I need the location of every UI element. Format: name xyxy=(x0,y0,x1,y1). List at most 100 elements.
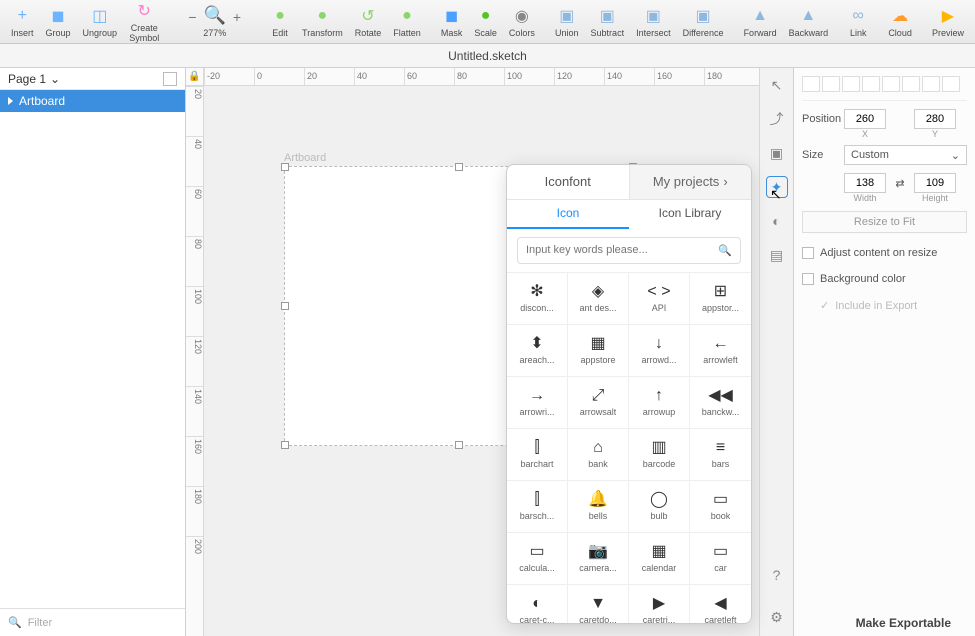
distribute-v-icon[interactable] xyxy=(942,76,960,92)
calendar-icon: ▦ xyxy=(651,544,666,560)
icon-item-bells[interactable]: 🔔bells xyxy=(568,481,629,533)
icon-item-camera[interactable]: 📷camera... xyxy=(568,533,629,585)
toolbar-preview[interactable]: ▶Preview xyxy=(927,6,969,38)
icon-item-arrowd[interactable]: ↓arrowd... xyxy=(629,325,690,377)
toolbar-mask[interactable]: ◼Mask xyxy=(436,6,468,38)
icon-item-barchart[interactable]: ⫿barchart xyxy=(507,429,568,481)
page-grid-icon[interactable] xyxy=(163,72,177,86)
icon-item-caretri[interactable]: ▶caretri... xyxy=(629,585,690,623)
icon-item-discon[interactable]: ✻discon... xyxy=(507,273,568,325)
toolbar-difference[interactable]: ▣Difference xyxy=(678,6,729,38)
help-icon[interactable]: ? xyxy=(766,564,788,586)
toolbar-label: Edit xyxy=(272,28,288,38)
subtab-icon[interactable]: Icon xyxy=(507,200,629,229)
toolbar-ungroup[interactable]: ◫Ungroup xyxy=(78,6,123,38)
toolbar-transform[interactable]: ●Transform xyxy=(297,6,348,38)
resize-handle[interactable] xyxy=(455,163,463,171)
toolbar-union[interactable]: ▣Union xyxy=(550,6,584,38)
toolbar-backward[interactable]: ▲Backward xyxy=(784,6,834,38)
tab-iconfont[interactable]: Iconfont xyxy=(507,165,629,199)
resize-handle[interactable] xyxy=(281,163,289,171)
toolbar-edit[interactable]: ●Edit xyxy=(265,6,295,38)
background-color-checkbox[interactable]: Background color xyxy=(802,273,967,285)
icon-item-caretdo[interactable]: ▼caretdo... xyxy=(568,585,629,623)
align-center-h-icon[interactable] xyxy=(822,76,840,92)
iconfont-plugin-icon[interactable]: ✦ xyxy=(766,176,788,198)
toolbar-rotate[interactable]: ↺Rotate xyxy=(350,6,387,38)
resize-to-fit-button[interactable]: Resize to Fit xyxy=(802,211,967,233)
palette-icon[interactable]: ◐ xyxy=(766,210,788,232)
layer-name: Artboard xyxy=(19,94,65,108)
size-select[interactable]: Custom ⌄ xyxy=(844,145,967,165)
settings-gear-icon[interactable]: ⚙ xyxy=(766,606,788,628)
icon-item-bulb[interactable]: ◯bulb xyxy=(629,481,690,533)
icon-search-input[interactable] xyxy=(526,244,712,256)
width-input[interactable] xyxy=(844,173,886,193)
layer-artboard[interactable]: Artboard xyxy=(0,90,185,112)
icon-item-barcode[interactable]: ▥barcode xyxy=(629,429,690,481)
page-selector[interactable]: Page 1 ⌄ xyxy=(0,68,185,90)
make-exportable-label[interactable]: Make Exportable xyxy=(856,616,951,630)
tab-my-projects[interactable]: My projects › xyxy=(629,165,752,199)
icon-item-arrowsalt[interactable]: ⤢arrowsalt xyxy=(568,377,629,429)
icon-item-bars[interactable]: ≡bars xyxy=(690,429,751,481)
toolbar-group[interactable]: ◼Group xyxy=(41,6,76,38)
icon-item-banckw[interactable]: ◀◀banckw... xyxy=(690,377,751,429)
toolbar-colors[interactable]: ◉Colors xyxy=(504,6,540,38)
toolbar-scale[interactable]: ●Scale xyxy=(469,6,502,38)
toolbar-link[interactable]: ∞Link xyxy=(843,6,873,38)
ruler-tick: 60 xyxy=(186,186,203,236)
scan-icon[interactable]: ▣ xyxy=(766,142,788,164)
library-icon[interactable]: ▤ xyxy=(766,244,788,266)
icon-item-areach[interactable]: ⬍areach... xyxy=(507,325,568,377)
icon-item-calcula[interactable]: ▭calcula... xyxy=(507,533,568,585)
adjust-content-checkbox[interactable]: Adjust content on resize xyxy=(802,247,967,259)
zoom-out-button[interactable]: − xyxy=(186,9,200,23)
icon-item-arrowleft[interactable]: ←arrowleft xyxy=(690,325,751,377)
export-icon[interactable]: ⤴ xyxy=(766,108,788,130)
icon-item-appstore[interactable]: ▦appstore xyxy=(568,325,629,377)
position-x-input[interactable] xyxy=(844,109,886,129)
filter-field[interactable]: 🔍 Filter xyxy=(0,608,185,636)
align-top-icon[interactable] xyxy=(862,76,880,92)
resize-handle[interactable] xyxy=(281,302,289,310)
align-center-v-icon[interactable] xyxy=(882,76,900,92)
align-left-icon[interactable] xyxy=(802,76,820,92)
lock-aspect-icon[interactable]: ⇄ xyxy=(892,177,908,190)
disclosure-triangle-icon xyxy=(8,97,13,105)
height-input[interactable] xyxy=(914,173,956,193)
icon-item-caretleft[interactable]: ◀caretleft xyxy=(690,585,751,623)
icon-item-car[interactable]: ▭car xyxy=(690,533,751,585)
icon-search[interactable]: 🔍 xyxy=(517,237,741,264)
icon-item-barsch[interactable]: ⫿barsch... xyxy=(507,481,568,533)
toolbar-label: Scale xyxy=(474,28,497,38)
toolbar-intersect[interactable]: ▣Intersect xyxy=(631,6,676,38)
icon-item-appstor[interactable]: ⊞appstor... xyxy=(690,273,751,325)
align-right-icon[interactable] xyxy=(842,76,860,92)
icon-item-arrowup[interactable]: ↑arrowup xyxy=(629,377,690,429)
arrow-tool-icon[interactable]: ↖ xyxy=(766,74,788,96)
toolbar-forward[interactable]: ▲Forward xyxy=(739,6,782,38)
distribute-h-icon[interactable] xyxy=(922,76,940,92)
icon-item-caret-c[interactable]: ◐caret-c... xyxy=(507,585,568,623)
icon-item-calendar[interactable]: ▦calendar xyxy=(629,533,690,585)
toolbar-create-symbol[interactable]: ↻Create Symbol xyxy=(124,1,164,43)
toolbar-flatten[interactable]: ●Flatten xyxy=(388,6,426,38)
toolbar-insert[interactable]: +Insert xyxy=(6,6,39,38)
resize-handle[interactable] xyxy=(455,441,463,449)
ruler-origin-lock-icon[interactable]: 🔒 xyxy=(186,68,204,86)
icon-item-book[interactable]: ▭book xyxy=(690,481,751,533)
zoom-in-button[interactable]: + xyxy=(230,9,244,23)
toolbar-subtract[interactable]: ▣Subtract xyxy=(586,6,630,38)
icon-item-ant des[interactable]: ◈ant des... xyxy=(568,273,629,325)
icon-item-arrowri[interactable]: →arrowri... xyxy=(507,377,568,429)
icon-item-API[interactable]: < >API xyxy=(629,273,690,325)
resize-handle[interactable] xyxy=(281,441,289,449)
position-y-input[interactable] xyxy=(914,109,956,129)
align-bottom-icon[interactable] xyxy=(902,76,920,92)
toolbar-cloud[interactable]: ☁Cloud xyxy=(883,6,917,38)
subtab-icon-library[interactable]: Icon Library xyxy=(629,200,751,229)
icon-item-bank[interactable]: ⌂bank xyxy=(568,429,629,481)
flatten-icon: ● xyxy=(397,6,417,26)
artboard-title[interactable]: Artboard xyxy=(284,152,326,164)
